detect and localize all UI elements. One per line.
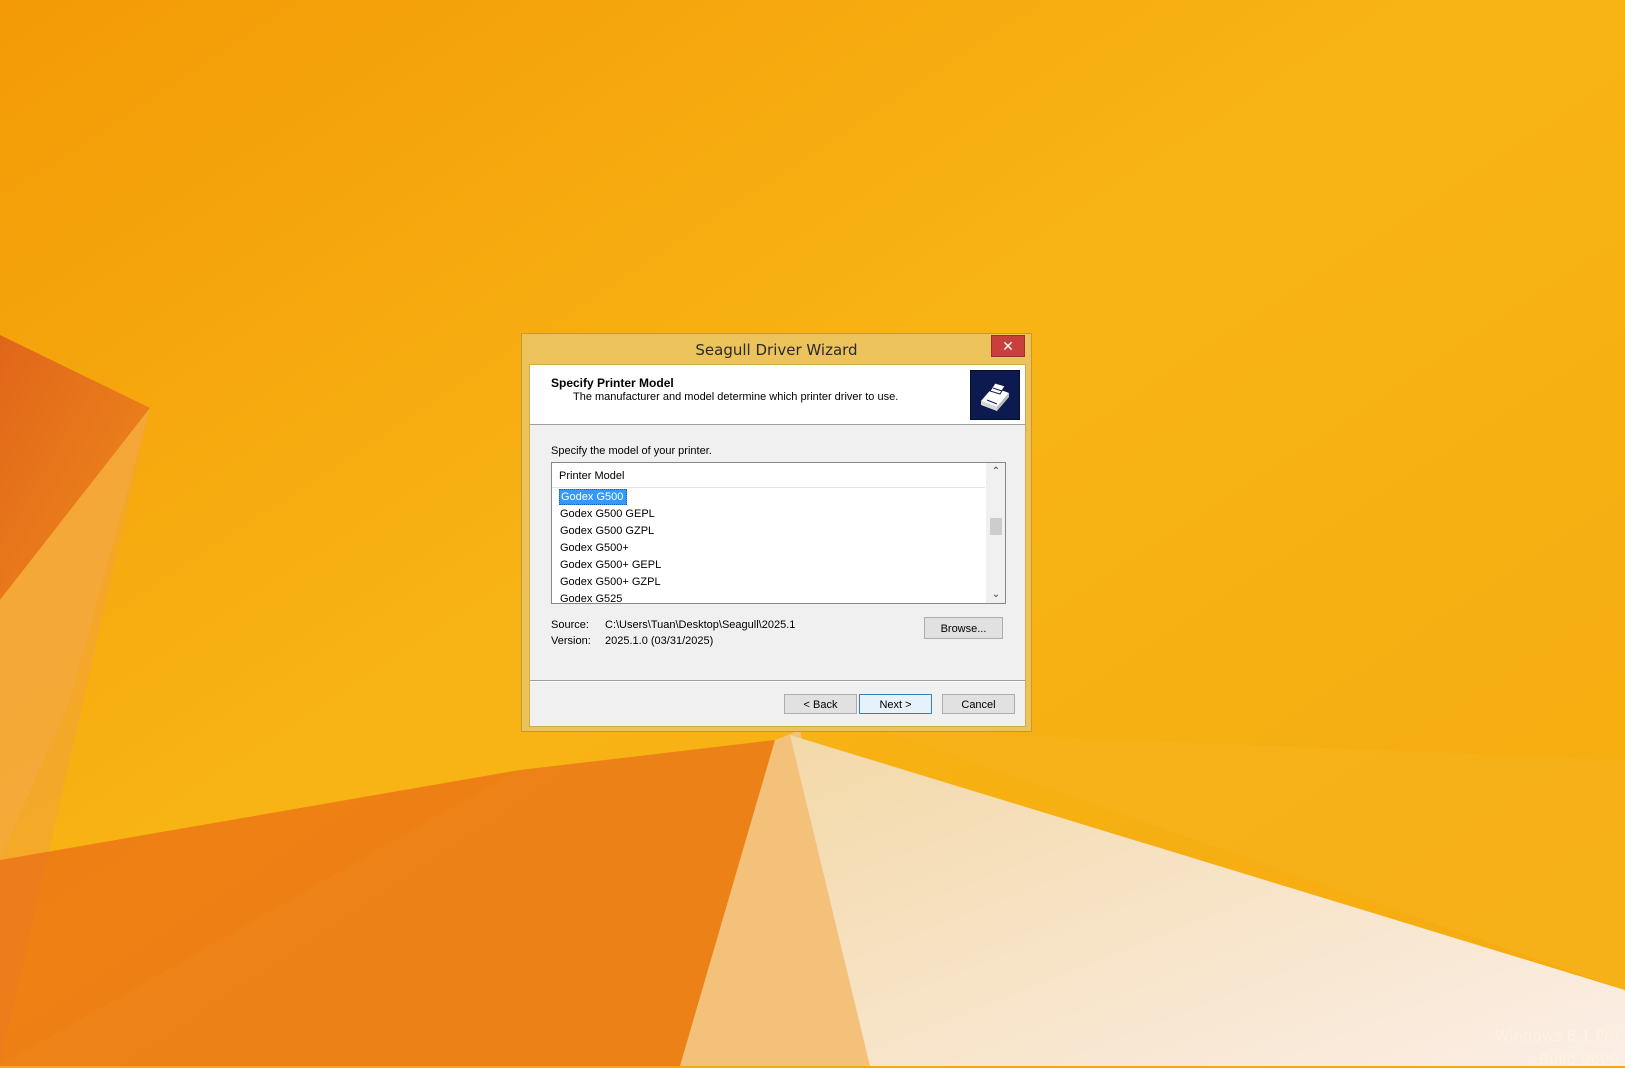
- browse-button[interactable]: Browse...: [924, 617, 1003, 639]
- list-item[interactable]: Godex G500+ GEPL: [558, 557, 983, 574]
- list-item-label: Godex G500: [559, 489, 628, 505]
- back-button[interactable]: < Back: [784, 694, 857, 714]
- list-item-label: Godex G500+ GZPL: [560, 576, 661, 588]
- list-item-label: Godex G500+ GEPL: [560, 559, 662, 571]
- printer-model-list[interactable]: Printer Model Godex G500 Godex G500 GEPL…: [551, 462, 1006, 604]
- list-item[interactable]: Godex G500 GZPL: [558, 523, 983, 540]
- os-watermark-build: Build 9600: [1538, 1050, 1619, 1068]
- wizard-client-area: Specify Printer Model The manufacturer a…: [529, 364, 1026, 727]
- title-bar[interactable]: Seagull Driver Wizard ✕: [522, 334, 1031, 364]
- source-label: Source:: [551, 619, 589, 631]
- window-title: Seagull Driver Wizard: [695, 341, 858, 359]
- version-value: 2025.1.0 (03/31/2025): [605, 635, 714, 647]
- scrollbar-thumb[interactable]: [990, 518, 1002, 535]
- page-subtitle: The manufacturer and model determine whi…: [573, 391, 899, 403]
- footer-divider: [530, 680, 1025, 682]
- close-button[interactable]: ✕: [991, 335, 1025, 357]
- source-path: C:\Users\Tuan\Desktop\Seagull\2025.1: [605, 619, 796, 631]
- os-watermark-edition: Windows 8.1 Pro: [1494, 1027, 1619, 1045]
- wizard-header: Specify Printer Model The manufacturer a…: [530, 365, 1025, 425]
- printer-icon: [970, 370, 1020, 420]
- version-label: Version:: [551, 635, 591, 647]
- list-item[interactable]: Godex G500+: [558, 540, 983, 557]
- close-icon: ✕: [1002, 338, 1014, 354]
- list-item-label: Godex G500 GZPL: [560, 525, 655, 537]
- instruction-text: Specify the model of your printer.: [551, 445, 712, 457]
- list-item[interactable]: Godex G500: [558, 489, 983, 506]
- column-header-label: Printer Model: [559, 470, 625, 482]
- list-item-label: Godex G500 GEPL: [560, 508, 655, 520]
- column-header-printer-model[interactable]: Printer Model: [552, 463, 985, 488]
- list-item[interactable]: Godex G500+ GZPL: [558, 574, 983, 591]
- list-item[interactable]: Godex G525: [558, 591, 983, 604]
- list-item[interactable]: Godex G500 GEPL: [558, 506, 983, 523]
- page-title: Specify Printer Model: [551, 376, 674, 390]
- list-item-label: Godex G500+: [560, 542, 629, 554]
- seagull-driver-wizard-window: Seagull Driver Wizard ✕ Specify Printer …: [521, 333, 1032, 732]
- list-item-label: Godex G525: [560, 593, 623, 604]
- scroll-down-icon[interactable]: ⌄: [987, 586, 1005, 603]
- scroll-up-icon[interactable]: ⌃: [987, 463, 1005, 480]
- vertical-scrollbar[interactable]: ⌃ ⌄: [986, 463, 1005, 603]
- next-button[interactable]: Next >: [859, 694, 932, 714]
- cancel-button[interactable]: Cancel: [942, 694, 1015, 714]
- printer-model-rows: Godex G500 Godex G500 GEPL Godex G500 GZ…: [558, 489, 983, 604]
